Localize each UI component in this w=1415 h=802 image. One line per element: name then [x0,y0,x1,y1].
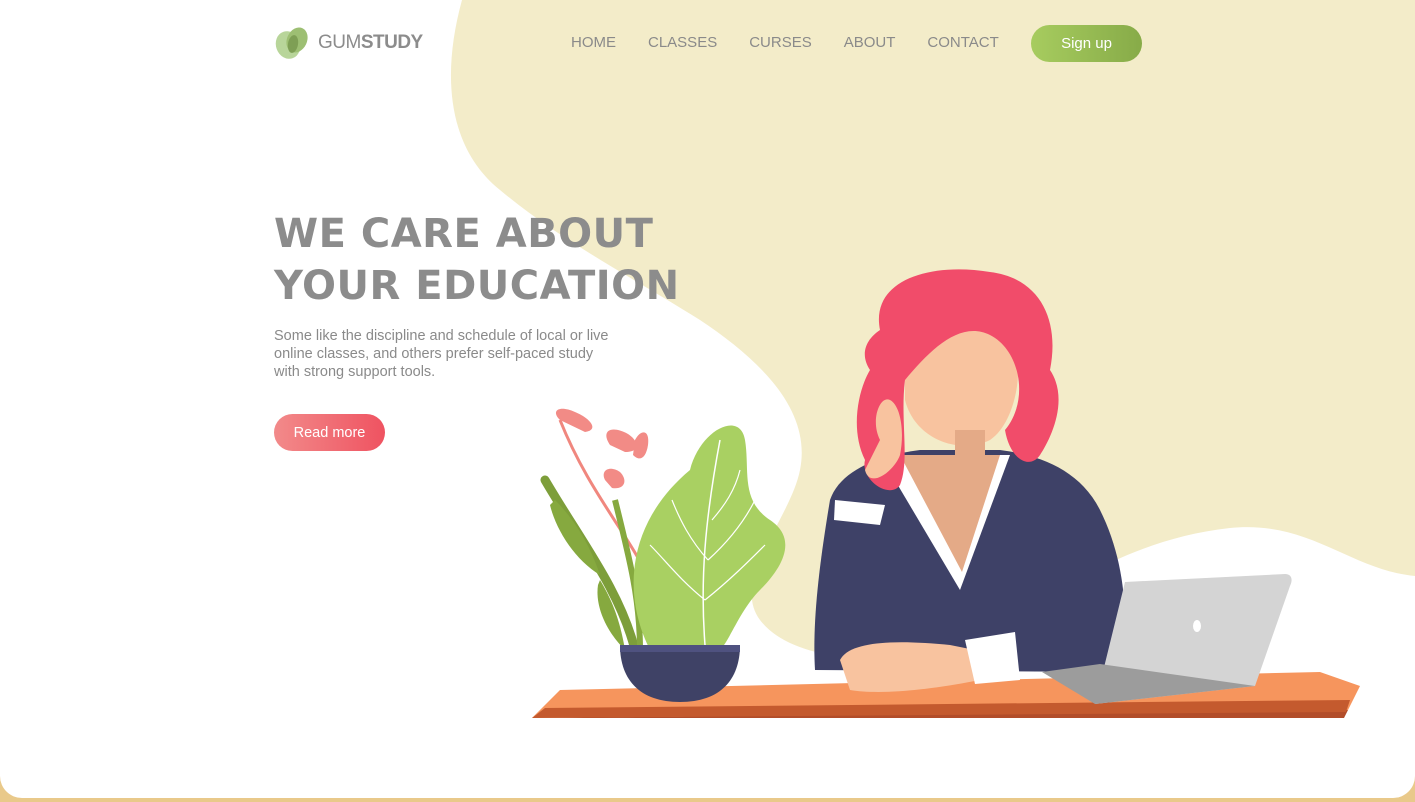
hero-title-line2: YOUR EDUCATION [274,263,680,309]
hero-title: WE CARE ABOUT YOUR EDUCATION [274,208,694,312]
brand-name-bold: STUDY [360,32,423,53]
brand-name-light: GUM [318,32,361,53]
hero-illustration [450,0,1415,718]
signup-button[interactable]: Sign up [1031,25,1142,62]
nav-curses[interactable]: CURSES [749,34,812,52]
hero-description: Some like the discipline and schedule of… [274,328,609,380]
brand-logo[interactable]: GUMSTUDY [274,25,423,61]
brand-name: GUMSTUDY [318,32,423,54]
landing-page: GUMSTUDY HOME CLASSES CURSES ABOUT CONTA… [0,0,1415,798]
leaf-logo-icon [275,27,308,59]
nav-about[interactable]: ABOUT [844,34,896,52]
hero-title-line1: WE CARE ABOUT [274,211,654,257]
nav-contact[interactable]: CONTACT [927,34,998,52]
potted-plant [540,408,786,702]
nav-home[interactable]: HOME [571,34,616,52]
nav-classes[interactable]: CLASSES [648,34,717,52]
main-nav: HOME CLASSES CURSES ABOUT CONTACT [571,34,1031,52]
read-more-button[interactable]: Read more [274,414,385,451]
